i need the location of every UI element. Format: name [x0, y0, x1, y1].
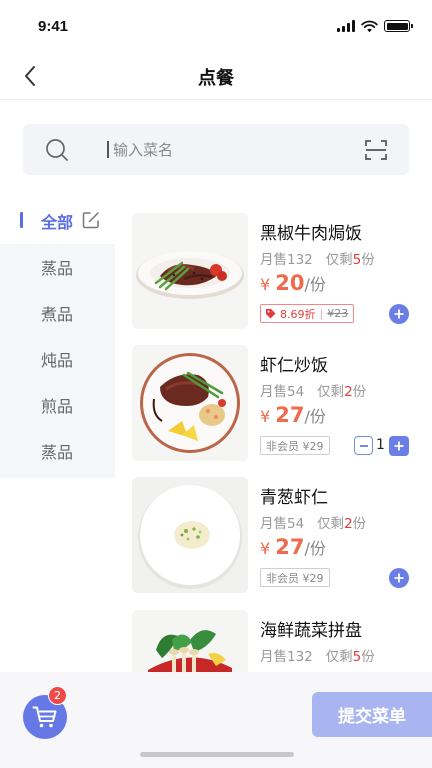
category-item-steamed-2[interactable]: 蒸品 [0, 428, 115, 474]
category-item-all[interactable]: 全部 [0, 198, 115, 244]
category-item-boiled[interactable]: 煮品 [0, 290, 115, 336]
header: 点餐 [0, 54, 432, 100]
member-price-tag: 非会员 ¥29 [260, 568, 330, 587]
dish-photo [132, 610, 248, 672]
status-icons [337, 18, 413, 34]
category-label: 全部 [41, 213, 74, 232]
dish-name: 青葱虾仁 [260, 488, 328, 508]
plus-icon [394, 309, 404, 319]
category-item-steamed[interactable]: 蒸品 [0, 244, 115, 290]
cart-count-badge: 2 [48, 686, 67, 705]
dish-sales: 月售132 仅剩5份 [260, 649, 375, 665]
dish-sales: 月售54 仅剩2份 [260, 516, 367, 532]
category-label: 蒸品 [41, 259, 74, 278]
dish-price: ¥ 27/份 [260, 403, 326, 427]
dish-sales: 月售132 仅剩5份 [260, 252, 375, 268]
dish-name: 海鲜蔬菜拼盘 [260, 621, 362, 641]
dish-item[interactable]: 海鲜蔬菜拼盘 月售132 仅剩5份 [132, 610, 412, 672]
signal-icon [337, 20, 355, 32]
category-label: 煮品 [41, 305, 74, 324]
stock-left: 2 [344, 516, 353, 532]
page-title: 点餐 [198, 68, 234, 89]
edit-icon[interactable] [82, 211, 100, 229]
status-time: 9:41 [38, 18, 69, 35]
search-icon [46, 139, 68, 161]
category-item-stewed[interactable]: 炖品 [0, 336, 115, 382]
plus-icon [394, 441, 404, 451]
dish-item[interactable]: 青葱虾仁 月售54 仅剩2份 ¥ 27/份 非会员 ¥29 [132, 477, 412, 595]
dish-photo [132, 477, 248, 593]
dish-item[interactable]: 虾仁炒饭 月售54 仅剩2份 ¥ 27/份 非会员 ¥29 1 [132, 345, 412, 463]
category-label: 蒸品 [41, 443, 74, 462]
add-button[interactable] [389, 568, 409, 588]
search-bar[interactable] [23, 124, 409, 175]
submit-order-button[interactable]: 提交菜单 [312, 692, 432, 737]
stock-left: 5 [352, 649, 362, 665]
active-indicator [20, 212, 23, 228]
dish-name: 虾仁炒饭 [260, 356, 328, 376]
member-price-tag: 非会员 ¥29 [260, 436, 330, 455]
category-item-fried[interactable]: 煎品 [0, 382, 115, 428]
stock-left: 5 [352, 252, 362, 268]
plus-icon [394, 573, 404, 583]
category-sidebar: 全部 蒸品 煮品 炖品 煎品 蒸品 [0, 198, 115, 478]
scan-icon[interactable] [365, 139, 387, 161]
category-label: 炖品 [41, 351, 74, 370]
status-bar: 9:41 [0, 0, 432, 54]
wifi-icon [361, 20, 378, 32]
minus-icon [359, 444, 368, 447]
add-button[interactable] [389, 304, 409, 324]
quantity-value: 1 [376, 437, 385, 453]
dish-photo [132, 345, 248, 461]
add-button[interactable] [389, 436, 409, 456]
search-input[interactable] [113, 137, 363, 163]
dish-price: ¥ 27/份 [260, 535, 326, 559]
discount-tag: 8.69折 | ¥23 [260, 304, 355, 323]
home-indicator [140, 752, 294, 757]
dish-sales: 月售54 仅剩2份 [260, 384, 367, 400]
search-cursor [107, 141, 109, 158]
battery-icon [384, 20, 413, 32]
stock-left: 2 [344, 384, 353, 400]
dish-item[interactable]: 黑椒牛肉焗饭 月售132 仅剩5份 ¥ 20/份 8.69折 | ¥23 [132, 213, 412, 331]
cart-icon [32, 706, 57, 728]
dish-price: ¥ 20/份 [260, 271, 326, 295]
minus-button[interactable] [354, 436, 373, 455]
tag-icon [266, 309, 276, 319]
dish-photo [132, 213, 248, 329]
dish-name: 黑椒牛肉焗饭 [260, 224, 362, 244]
category-label: 煎品 [41, 397, 74, 416]
